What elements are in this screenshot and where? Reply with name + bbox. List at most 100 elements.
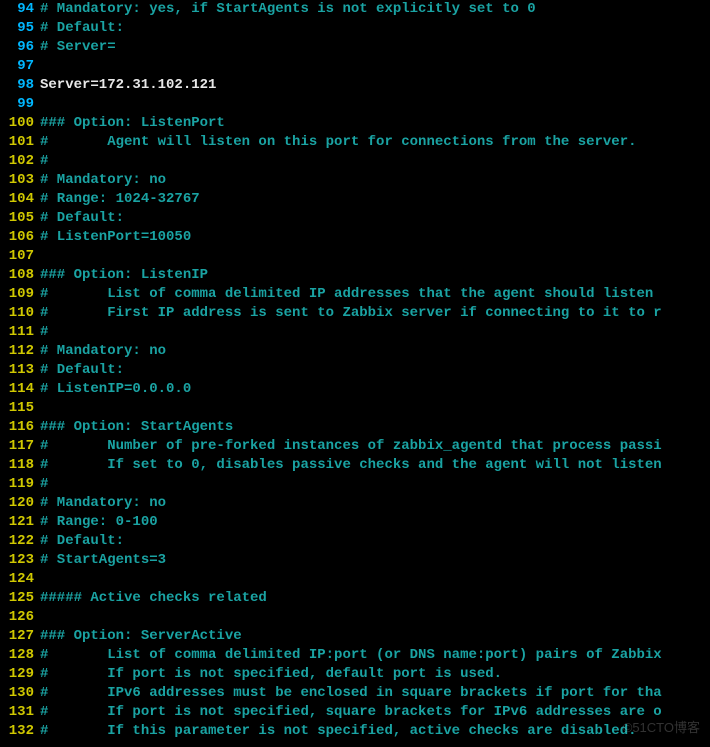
code-line: 116### Option: StartAgents [0,418,710,437]
code-line: 102# [0,152,710,171]
line-number: 127 [0,627,40,646]
line-number: 126 [0,608,40,627]
line-content: # [40,475,710,494]
line-number: 128 [0,646,40,665]
code-line: 95# Default: [0,19,710,38]
line-content [40,247,710,266]
code-line: 94# Mandatory: yes, if StartAgents is no… [0,0,710,19]
line-content [40,570,710,589]
code-line: 132# If this parameter is not specified,… [0,722,710,741]
line-number: 129 [0,665,40,684]
line-number: 94 [0,0,40,19]
line-number: 103 [0,171,40,190]
line-number: 131 [0,703,40,722]
line-number: 117 [0,437,40,456]
line-content: # Default: [40,532,710,551]
code-line: 112# Mandatory: no [0,342,710,361]
line-content [40,57,710,76]
code-line: 129# If port is not specified, default p… [0,665,710,684]
code-line: 121# Range: 0-100 [0,513,710,532]
code-line: 106# ListenPort=10050 [0,228,710,247]
code-line: 123# StartAgents=3 [0,551,710,570]
line-content: # If port is not specified, square brack… [40,703,710,722]
line-content [40,399,710,418]
line-content: # Mandatory: no [40,494,710,513]
line-number: 105 [0,209,40,228]
line-number: 118 [0,456,40,475]
line-content: ##### Active checks related [40,589,710,608]
line-content: # [40,152,710,171]
code-line: 97 [0,57,710,76]
line-content: # Server= [40,38,710,57]
code-line: 103# Mandatory: no [0,171,710,190]
line-content: # Range: 1024-32767 [40,190,710,209]
code-line: 110# First IP address is sent to Zabbix … [0,304,710,323]
code-line: 99 [0,95,710,114]
line-content: # IPv6 addresses must be enclosed in squ… [40,684,710,703]
line-content: Server=172.31.102.121 [40,76,710,95]
code-line: 100### Option: ListenPort [0,114,710,133]
code-line: 120# Mandatory: no [0,494,710,513]
watermark: ©51CTO博客 [623,718,700,737]
line-number: 115 [0,399,40,418]
line-number: 112 [0,342,40,361]
line-content: ### Option: ListenPort [40,114,710,133]
code-line: 118# If set to 0, disables passive check… [0,456,710,475]
line-number: 120 [0,494,40,513]
line-number: 95 [0,19,40,38]
line-content: # [40,323,710,342]
line-number: 132 [0,722,40,741]
code-line: 96# Server= [0,38,710,57]
line-content: ### Option: ListenIP [40,266,710,285]
line-number: 96 [0,38,40,57]
line-content: # Mandatory: no [40,342,710,361]
code-line: 105# Default: [0,209,710,228]
line-number: 98 [0,76,40,95]
line-number: 109 [0,285,40,304]
line-content: # Default: [40,19,710,38]
line-content: # First IP address is sent to Zabbix ser… [40,304,710,323]
code-line: 125##### Active checks related [0,589,710,608]
code-line: 117# Number of pre-forked instances of z… [0,437,710,456]
line-number: 116 [0,418,40,437]
line-content: # ListenIP=0.0.0.0 [40,380,710,399]
line-content: # Mandatory: no [40,171,710,190]
line-content [40,608,710,627]
code-line: 107 [0,247,710,266]
code-line: 130# IPv6 addresses must be enclosed in … [0,684,710,703]
line-number: 97 [0,57,40,76]
code-line: 122# Default: [0,532,710,551]
line-content: # If this parameter is not specified, ac… [40,722,710,741]
code-line: 111# [0,323,710,342]
line-number: 107 [0,247,40,266]
line-number: 124 [0,570,40,589]
line-number: 108 [0,266,40,285]
line-content: ### Option: ServerActive [40,627,710,646]
line-number: 130 [0,684,40,703]
line-content: # Default: [40,361,710,380]
code-editor: 94# Mandatory: yes, if StartAgents is no… [0,0,710,741]
code-line: 101# Agent will listen on this port for … [0,133,710,152]
code-line: 124 [0,570,710,589]
line-number: 113 [0,361,40,380]
code-line: 108### Option: ListenIP [0,266,710,285]
line-number: 119 [0,475,40,494]
code-line: 104# Range: 1024-32767 [0,190,710,209]
line-number: 100 [0,114,40,133]
code-line: 119# [0,475,710,494]
line-content: # StartAgents=3 [40,551,710,570]
line-number: 123 [0,551,40,570]
line-content [40,95,710,114]
line-number: 106 [0,228,40,247]
line-number: 101 [0,133,40,152]
code-line: 128# List of comma delimited IP:port (or… [0,646,710,665]
line-number: 99 [0,95,40,114]
line-number: 121 [0,513,40,532]
line-number: 102 [0,152,40,171]
line-content: # ListenPort=10050 [40,228,710,247]
line-number: 104 [0,190,40,209]
code-line: 127### Option: ServerActive [0,627,710,646]
code-line: 113# Default: [0,361,710,380]
line-content: # Default: [40,209,710,228]
code-line: 114# ListenIP=0.0.0.0 [0,380,710,399]
